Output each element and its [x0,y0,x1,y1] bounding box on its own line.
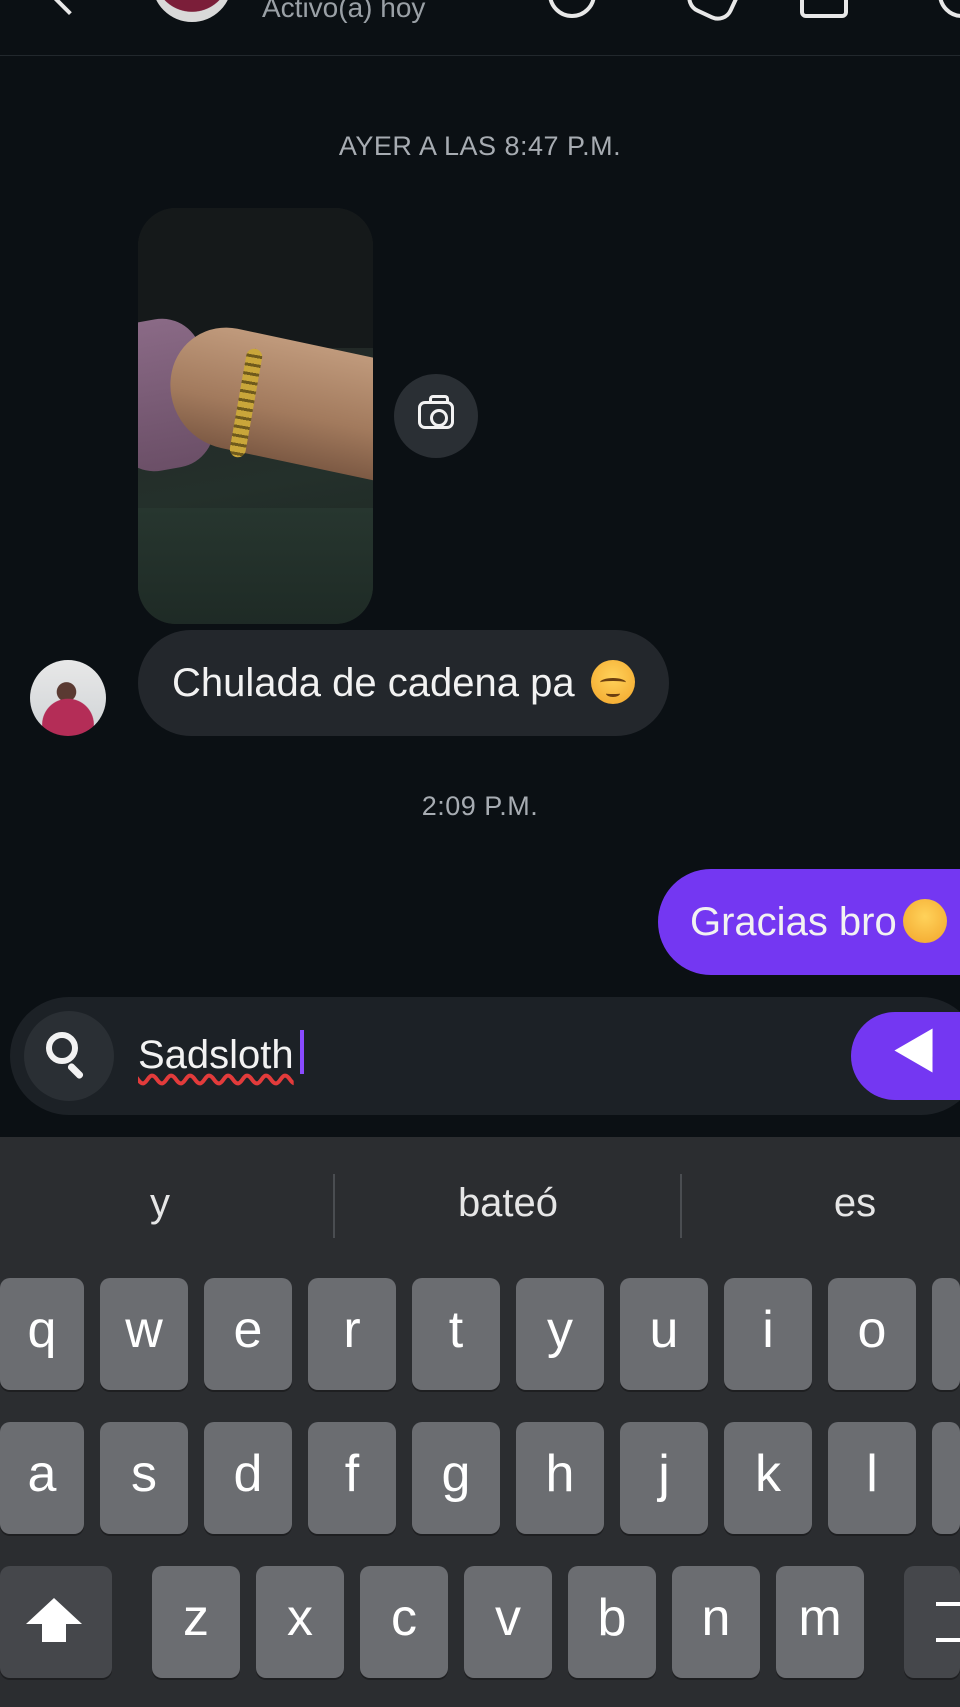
key-c[interactable]: c [360,1566,448,1678]
key-s[interactable]: s [100,1422,188,1534]
search-icon-handle [66,1062,85,1080]
key-t[interactable]: t [412,1278,500,1390]
key-o[interactable]: o [828,1278,916,1390]
key-p[interactable] [932,1278,960,1390]
video-call-icon[interactable] [682,0,746,26]
photo-fabric [138,508,373,624]
chat-header: Activo(a) hoy [0,0,960,56]
outgoing-message-bubble[interactable]: Gracias bro [658,869,960,975]
incoming-message-text: Chulada de cadena pa [172,661,575,705]
camera-reply-button[interactable] [394,374,478,458]
contact-avatar[interactable] [30,660,106,736]
search-icon [46,1032,78,1064]
key-r[interactable]: r [308,1278,396,1390]
search-gif-button[interactable] [24,1011,114,1101]
backspace-icon [936,1602,960,1642]
key-h[interactable]: h [516,1422,604,1534]
message-composer: Sadsloth [10,997,960,1115]
shift-key[interactable] [0,1566,112,1678]
key-z[interactable]: z [152,1566,240,1678]
suggestion-1[interactable]: y [0,1137,320,1269]
pensive-emoji-icon [590,660,635,704]
shift-icon [26,1598,82,1642]
photo-message[interactable] [138,208,373,624]
key-m[interactable]: m [776,1566,864,1678]
active-status: Activo(a) hoy [262,0,426,23]
suggestion-divider [680,1174,682,1238]
camera-icon [418,395,454,429]
key-a[interactable]: a [0,1422,84,1534]
audio-call-icon[interactable] [548,0,596,18]
key-k[interactable]: k [724,1422,812,1534]
key-q[interactable]: q [0,1278,84,1390]
key-f[interactable]: f [308,1422,396,1534]
header-avatar[interactable] [152,0,232,22]
info-icon[interactable] [938,0,960,18]
key-n[interactable]: n [672,1566,760,1678]
text-caret [299,1030,304,1074]
suggestion-2[interactable]: bateó [348,1137,668,1269]
key-g[interactable]: g [412,1422,500,1534]
backspace-key[interactable] [904,1566,960,1678]
outgoing-message-text: Gracias bro [690,900,897,944]
message-input-value: Sadsloth [138,1033,294,1077]
send-button[interactable] [851,1012,960,1100]
key-v[interactable]: v [464,1566,552,1678]
salute-emoji-icon [902,899,947,943]
key-y[interactable]: y [516,1278,604,1390]
suggestion-3[interactable]: es [695,1137,960,1269]
key-l[interactable]: l [828,1422,916,1534]
key-i[interactable]: i [724,1278,812,1390]
keyboard: y bateó es q w e r t y u i o a s d f g h… [0,1137,960,1707]
send-icon [894,1028,952,1084]
message-input[interactable]: Sadsloth [138,1025,304,1085]
key-e[interactable]: e [204,1278,292,1390]
suggestion-divider [333,1174,335,1238]
key-w[interactable]: w [100,1278,188,1390]
timestamp-divider: AYER A LAS 8:47 P.M. [338,131,622,161]
key-n-tilde[interactable] [932,1422,960,1534]
key-d[interactable]: d [204,1422,292,1534]
key-b[interactable]: b [568,1566,656,1678]
back-icon[interactable] [44,0,94,16]
key-x[interactable]: x [256,1566,344,1678]
timestamp-divider: 2:09 P.M. [421,791,539,821]
flag-icon[interactable] [800,0,848,18]
key-u[interactable]: u [620,1278,708,1390]
incoming-message-bubble[interactable]: Chulada de cadena pa [138,630,669,736]
key-j[interactable]: j [620,1422,708,1534]
